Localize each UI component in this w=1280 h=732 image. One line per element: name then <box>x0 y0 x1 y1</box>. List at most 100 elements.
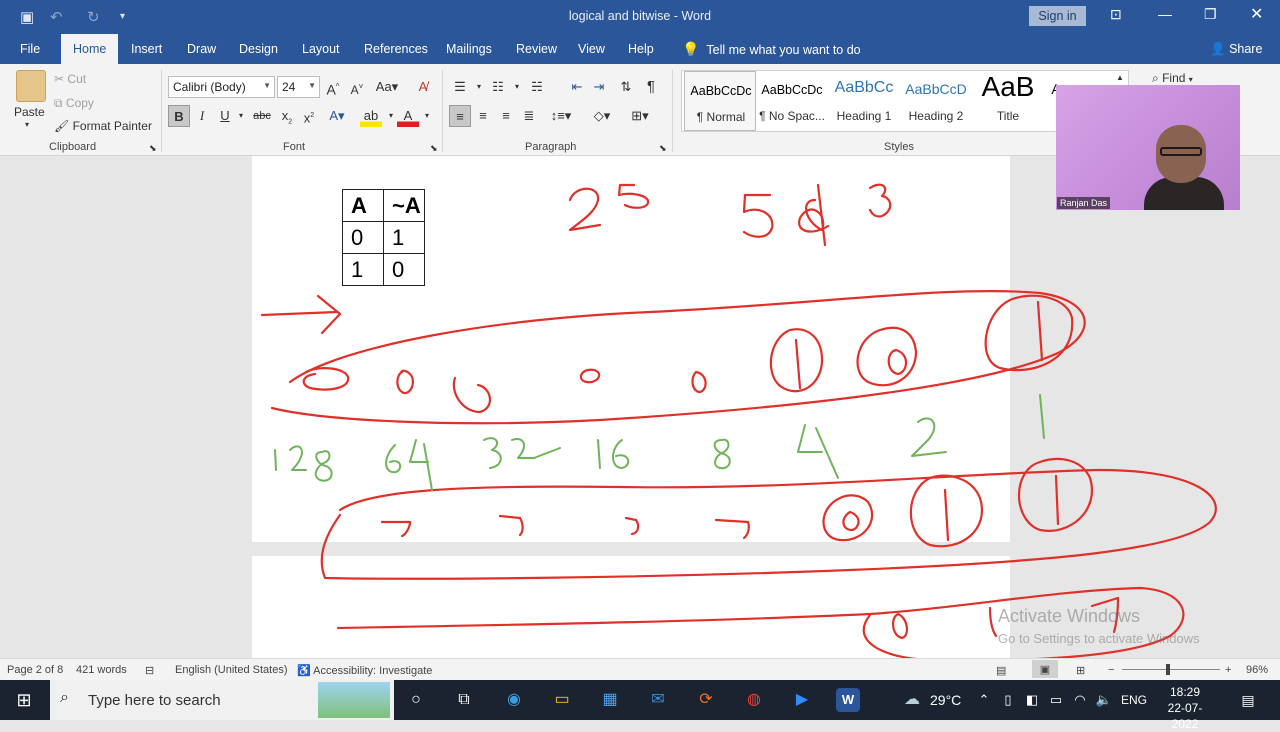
subscript-icon[interactable]: x2 <box>276 105 298 127</box>
page-count[interactable]: Page 2 of 8 <box>7 664 63 676</box>
paste-dropdown-icon[interactable]: ▾ <box>25 120 29 129</box>
font-launcher-icon[interactable]: ⬊ <box>430 143 438 154</box>
volume-icon[interactable]: 🔈 <box>1092 688 1116 712</box>
zoom-app-icon[interactable]: ▶ <box>790 688 814 712</box>
close-icon[interactable]: ✕ <box>1250 4 1263 24</box>
taskbar-search-box[interactable]: ⌕ Type here to search <box>50 680 394 720</box>
font-name-combo[interactable]: Calibri (Body) ▼ <box>168 76 275 98</box>
style-normal[interactable]: AaBbCcDc ¶ Normal <box>684 71 756 131</box>
edge-icon[interactable]: ◉ <box>502 688 526 712</box>
bold-icon[interactable]: B <box>168 105 190 127</box>
tell-me-search[interactable]: 💡 Tell me what you want to do <box>682 41 861 58</box>
zoom-in-icon[interactable]: + <box>1225 664 1231 676</box>
read-mode-icon[interactable]: ▤ <box>996 664 1006 677</box>
paragraph-launcher-icon[interactable]: ⬊ <box>659 143 667 154</box>
strikethrough-icon[interactable]: abc <box>251 105 273 127</box>
ribbon-display-icon[interactable]: ⊡ <box>1110 6 1122 23</box>
styles-scroll-up-icon[interactable]: ▲ <box>1116 73 1124 82</box>
tab-view[interactable]: View <box>578 42 605 56</box>
chrome-icon[interactable]: ◍ <box>742 688 766 712</box>
tab-review[interactable]: Review <box>516 42 557 56</box>
align-center-icon[interactable]: ≡ <box>472 105 494 127</box>
tab-layout[interactable]: Layout <box>302 42 340 56</box>
web-layout-icon[interactable]: ⊞ <box>1076 664 1085 677</box>
tab-help[interactable]: Help <box>628 42 654 56</box>
shading-icon[interactable]: ◇▾ <box>586 105 618 127</box>
align-left-icon[interactable]: ≡ <box>449 105 471 127</box>
store-icon[interactable]: ▦ <box>598 688 622 712</box>
style-heading-1[interactable]: AaBbCc Heading 1 <box>828 71 900 131</box>
tab-insert[interactable]: Insert <box>131 42 162 56</box>
tab-file[interactable]: File <box>20 42 40 56</box>
zoom-out-icon[interactable]: − <box>1108 664 1114 676</box>
taskbar-clock[interactable]: 18:29 22-07-2022 <box>1156 684 1214 732</box>
format-painter-button[interactable]: 🖌 Format Painter <box>54 119 152 133</box>
shrink-font-icon[interactable]: A˅ <box>346 76 368 98</box>
font-color-dropdown-icon[interactable]: ▾ <box>416 105 438 127</box>
italic-icon[interactable]: I <box>191 105 213 127</box>
pilcrow-icon[interactable]: ¶ <box>640 76 662 98</box>
borders-icon[interactable]: ⊞▾ <box>624 105 656 127</box>
style-heading-2[interactable]: AaBbCcD Heading 2 <box>900 71 972 131</box>
grow-font-icon[interactable]: A^ <box>322 76 344 98</box>
zoom-slider-thumb[interactable] <box>1166 664 1170 675</box>
justify-icon[interactable]: ≣ <box>518 105 540 127</box>
language-status[interactable]: English (United States) <box>175 664 288 676</box>
tab-references[interactable]: References <box>364 42 428 56</box>
cortana-icon[interactable]: ○ <box>404 688 428 712</box>
underline-dropdown-icon[interactable]: ▾ <box>230 105 252 127</box>
zoom-slider[interactable] <box>1122 669 1220 670</box>
share-button[interactable]: 👤 Share <box>1210 42 1262 57</box>
task-view-icon[interactable]: ⧉ <box>452 688 476 712</box>
notifications-icon[interactable]: ▤ <box>1236 688 1260 712</box>
clear-formatting-icon[interactable]: A̸ <box>412 76 434 98</box>
meet-now-icon[interactable]: ◧ <box>1020 688 1044 712</box>
app-icon[interactable]: ⟳ <box>694 688 718 712</box>
find-button[interactable]: ⌕ Find ▾ <box>1152 71 1193 86</box>
accessibility-status[interactable]: ♿ Accessibility: Investigate <box>297 664 432 677</box>
style-no-spacing[interactable]: AaBbCcDc ¶ No Spac... <box>756 71 828 131</box>
chevron-up-icon[interactable]: ⌃ <box>972 688 996 712</box>
change-case-icon[interactable]: Aa▾ <box>372 76 402 98</box>
clipboard-launcher-icon[interactable]: ⬊ <box>149 143 157 154</box>
tab-home[interactable]: Home <box>61 34 119 64</box>
weather-icon[interactable]: ☁ <box>900 688 924 712</box>
device-icon[interactable]: ▯ <box>996 688 1020 712</box>
increase-indent-icon[interactable]: ⇥ <box>588 76 610 98</box>
print-layout-icon[interactable]: ▣ <box>1032 660 1058 678</box>
temperature[interactable]: 29°C <box>930 692 961 708</box>
numbering-dropdown-icon[interactable]: ▾ <box>506 76 528 98</box>
restore-icon[interactable]: ❐ <box>1204 6 1217 23</box>
align-right-icon[interactable]: ≡ <box>495 105 517 127</box>
superscript-icon[interactable]: x2 <box>298 105 320 127</box>
wifi-icon[interactable]: ◠ <box>1068 688 1092 712</box>
style-title[interactable]: AaB Title <box>972 71 1044 131</box>
mail-icon[interactable]: ✉ <box>646 688 670 712</box>
decrease-indent-icon[interactable]: ⇤ <box>566 76 588 98</box>
word-app-icon[interactable]: W <box>836 688 860 712</box>
document-page[interactable] <box>252 556 1010 658</box>
copy-button[interactable]: ⧉ Copy <box>54 96 94 111</box>
tab-draw[interactable]: Draw <box>187 42 216 56</box>
input-language[interactable]: ENG <box>1121 693 1147 707</box>
zoom-level[interactable]: 96% <box>1246 664 1268 676</box>
sign-in-button[interactable]: Sign in <box>1029 6 1086 26</box>
text-effects-icon[interactable]: A▾ <box>326 105 348 127</box>
minimize-icon[interactable]: — <box>1158 6 1172 22</box>
windows-start-icon[interactable]: ⊞ <box>12 688 36 712</box>
highlight-icon[interactable]: ab <box>360 105 382 127</box>
paste-icon[interactable] <box>16 70 46 102</box>
proofing-icon[interactable]: ⊟ <box>145 664 154 677</box>
font-size-combo[interactable]: 24 ▼ <box>277 76 320 98</box>
cut-button[interactable]: ✂ Cut <box>54 72 86 86</box>
file-explorer-icon[interactable]: ▭ <box>550 688 574 712</box>
tab-mailings[interactable]: Mailings <box>446 42 492 56</box>
sort-icon[interactable]: ⇅ <box>615 76 637 98</box>
line-spacing-icon[interactable]: ↕≡▾ <box>545 105 577 127</box>
battery-icon[interactable]: ▭ <box>1044 688 1068 712</box>
word-count[interactable]: 421 words <box>76 664 127 676</box>
tab-design[interactable]: Design <box>239 42 278 56</box>
multilevel-list-icon[interactable]: ☵ <box>526 76 548 98</box>
document-workspace[interactable] <box>0 156 1280 658</box>
paste-button[interactable]: Paste <box>14 105 45 119</box>
